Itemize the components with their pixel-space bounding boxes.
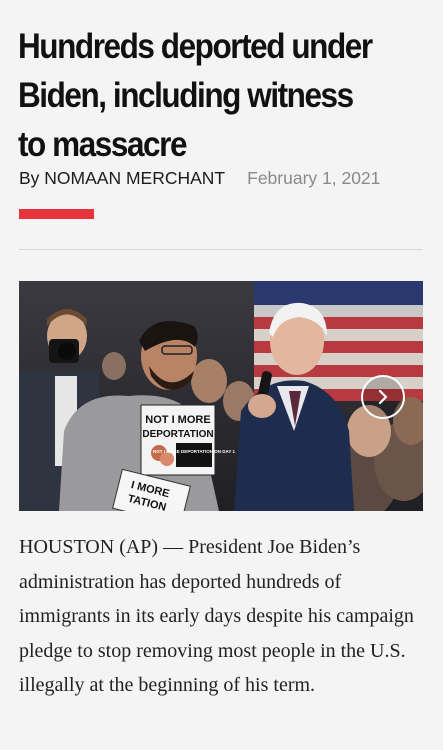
divider — [19, 249, 423, 250]
article-headline: Hundreds deported under Biden, including… — [18, 27, 373, 164]
chevron-right-icon — [378, 389, 388, 405]
accent-bar — [19, 209, 94, 219]
article-body: HOUSTON (AP) — President Joe Biden’s adm… — [19, 536, 414, 696]
byline: By NOMAAN MERCHANT February 1, 2021 — [19, 168, 380, 189]
next-photo-button[interactable] — [361, 375, 405, 419]
svg-text:NOT I MORE DEPORTATION ON DAY: NOT I MORE DEPORTATION ON DAY 1 — [153, 449, 236, 454]
author-name[interactable]: By NOMAAN MERCHANT — [19, 168, 225, 188]
svg-text:DEPORTATION: DEPORTATION — [142, 429, 213, 440]
publish-date: February 1, 2021 — [247, 168, 381, 188]
svg-text:NOT I MORE: NOT I MORE — [145, 414, 210, 426]
